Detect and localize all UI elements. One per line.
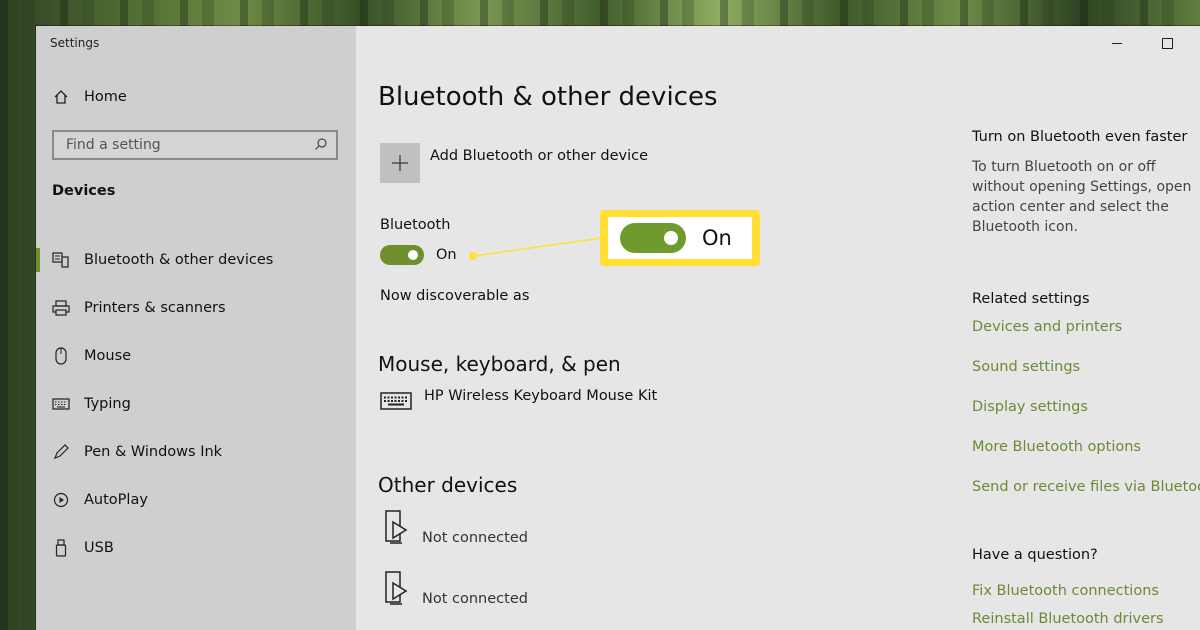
callout-state: On bbox=[702, 226, 732, 250]
callout-toggle bbox=[620, 223, 686, 253]
callout-inner: On bbox=[608, 217, 752, 259]
callout-leader-line bbox=[469, 237, 603, 260]
callout-dot bbox=[469, 252, 477, 260]
bluetooth-toggle-callout: On bbox=[600, 210, 760, 266]
